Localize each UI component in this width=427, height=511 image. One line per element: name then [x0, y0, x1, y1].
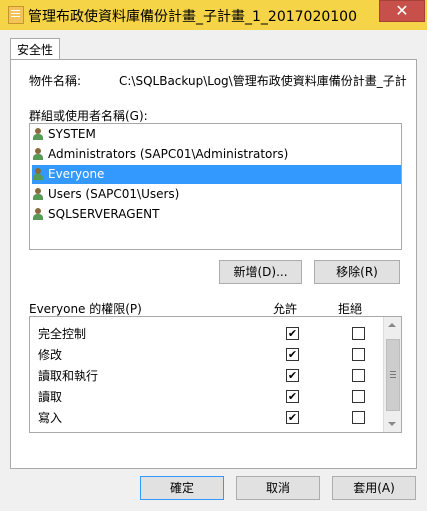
- allow-header: 允許: [273, 302, 298, 316]
- user-group-icon: [33, 148, 45, 160]
- allow-checkbox[interactable]: ✔: [286, 369, 299, 382]
- permissions-list: 完全控制 ✔ 修改 ✔ 讀取和執行 ✔ 讀取 ✔ 寫入 ✔: [29, 316, 402, 433]
- apply-button[interactable]: 套用(A): [332, 476, 416, 500]
- permission-name: 讀取和執行: [38, 369, 99, 383]
- permission-row-read-execute: 讀取和執行 ✔: [30, 365, 380, 384]
- permissions-title: Everyone 的權限(P): [29, 302, 142, 316]
- principal-label: Users (SAPC01\Users): [48, 187, 180, 201]
- allow-checkbox[interactable]: ✔: [286, 348, 299, 361]
- permission-name: 完全控制: [38, 327, 87, 341]
- add-button[interactable]: 新增(D)...: [219, 260, 302, 284]
- deny-checkbox[interactable]: [352, 369, 365, 382]
- scroll-thumb[interactable]: [386, 339, 400, 411]
- permission-row-full-control: 完全控制 ✔: [30, 323, 380, 342]
- object-name-label: 物件名稱:: [29, 74, 82, 88]
- user-group-icon: [33, 168, 45, 180]
- check-icon: ✔: [287, 390, 298, 403]
- permission-name: 寫入: [38, 411, 63, 425]
- allow-checkbox[interactable]: ✔: [286, 327, 299, 340]
- permission-row-modify: 修改 ✔: [30, 344, 380, 363]
- permission-row-write: 寫入 ✔: [30, 407, 380, 426]
- scroll-down-icon[interactable]: [388, 422, 396, 426]
- principals-label: 群組或使用者名稱(G):: [29, 109, 148, 123]
- permission-name: 修改: [38, 348, 63, 362]
- principal-label: SQLSERVERAGENT: [48, 207, 160, 221]
- cancel-button[interactable]: 取消: [236, 476, 320, 500]
- user-group-icon: [33, 208, 45, 220]
- permissions-scrollbar[interactable]: [383, 317, 401, 432]
- object-name-value: C:\SQLBackup\Log\管理布政使資料庫備份計畫_子計: [119, 74, 407, 88]
- principal-item-administrators[interactable]: Administrators (SAPC01\Administrators): [32, 145, 401, 164]
- principal-item-system[interactable]: SYSTEM: [32, 125, 401, 144]
- principal-item-users[interactable]: Users (SAPC01\Users): [32, 185, 401, 204]
- principals-list[interactable]: SYSTEM Administrators (SAPC01\Administra…: [29, 123, 402, 250]
- dialog-footer: 確定 取消 套用(A): [0, 468, 427, 511]
- deny-checkbox[interactable]: [352, 348, 365, 361]
- tab-bar: 安全性: [0, 30, 427, 61]
- allow-checkbox[interactable]: ✔: [286, 390, 299, 403]
- permission-name: 讀取: [38, 390, 63, 404]
- allow-checkbox[interactable]: ✔: [286, 411, 299, 424]
- user-group-icon: [33, 128, 45, 140]
- principal-label: Everyone: [48, 167, 105, 181]
- user-group-icon: [33, 188, 45, 200]
- check-icon: ✔: [287, 327, 298, 340]
- principal-label: SYSTEM: [48, 127, 96, 141]
- check-icon: ✔: [287, 411, 298, 424]
- deny-checkbox[interactable]: [352, 390, 365, 403]
- remove-button[interactable]: 移除(R): [314, 260, 400, 284]
- principal-label: Administrators (SAPC01\Administrators): [48, 147, 289, 161]
- grip-icon: [390, 371, 396, 372]
- close-button[interactable]: ✕: [379, 0, 425, 22]
- check-icon: ✔: [287, 369, 298, 382]
- title-bar: 管理布政使資料庫備份計畫_子計畫_1_20170201000... ✕: [0, 0, 427, 30]
- window-title: 管理布政使資料庫備份計畫_子計畫_1_20170201000...: [28, 9, 358, 25]
- deny-checkbox[interactable]: [352, 411, 365, 424]
- ok-button[interactable]: 確定: [140, 476, 224, 500]
- folder-icon: [8, 6, 24, 24]
- scroll-up-icon[interactable]: [388, 323, 396, 327]
- security-tab-panel: 物件名稱: C:\SQLBackup\Log\管理布政使資料庫備份計畫_子計 群…: [10, 59, 417, 469]
- principal-item-everyone[interactable]: Everyone: [32, 165, 401, 184]
- deny-checkbox[interactable]: [352, 327, 365, 340]
- permission-row-read: 讀取 ✔: [30, 386, 380, 405]
- deny-header: 拒絕: [338, 302, 363, 316]
- check-icon: ✔: [287, 348, 298, 361]
- principal-item-sqlserveragent[interactable]: SQLSERVERAGENT: [32, 205, 401, 224]
- tab-security[interactable]: 安全性: [10, 38, 60, 61]
